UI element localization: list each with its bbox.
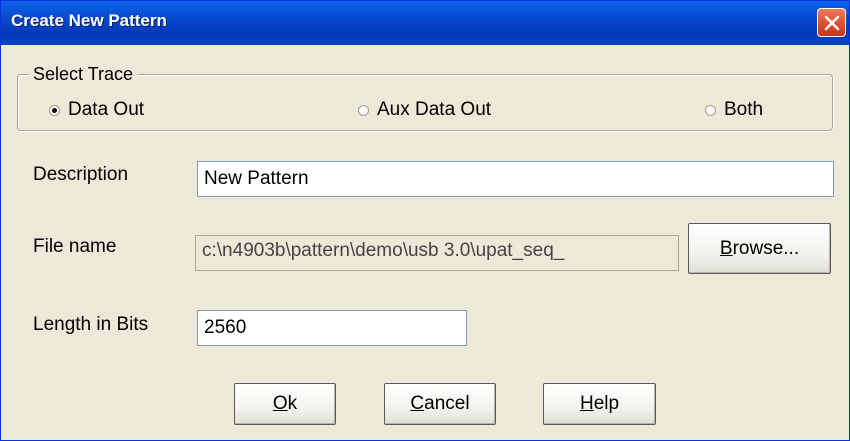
cancel-button[interactable]: Cancel [384,383,496,425]
file-name-field[interactable]: c:\n4903b\pattern\demo\usb 3.0\upat_seq_ [195,235,679,271]
window-title: Create New Pattern [11,11,167,30]
ok-button-mnemonic: O [272,393,288,414]
close-button[interactable] [817,8,846,37]
browse-button-label: rowse... [732,237,800,259]
radio-both-label: Both [724,99,764,120]
help-button-mnemonic: H [579,393,594,414]
radio-unselected-icon [705,104,716,116]
cancel-button-label: ancel [424,393,470,414]
title-bar[interactable]: Create New Pattern [1,1,849,45]
radio-data-out-label: Data Out [68,99,145,120]
file-name-label: File name [33,236,117,257]
ok-button[interactable]: Ok [234,383,336,425]
browse-button[interactable]: Browse... [688,223,831,274]
cancel-button-mnemonic: C [410,393,425,414]
radio-unselected-icon [358,104,369,116]
radio-both[interactable]: Both [705,98,763,122]
description-input[interactable] [197,161,834,197]
radio-selected-icon [49,104,60,116]
radio-data-out[interactable]: Data Out [49,98,144,122]
description-label: Description [33,164,129,185]
help-button-label: elp [593,393,620,414]
browse-button-mnemonic: B [719,237,733,259]
ok-button-label: k [287,393,298,414]
select-trace-legend: Select Trace [29,64,138,85]
length-label: Length in Bits [33,314,149,335]
length-input[interactable] [197,310,467,346]
close-icon [824,15,840,31]
create-new-pattern-dialog: Create New Pattern Select Trace Data Out… [0,0,850,441]
radio-aux-data-out[interactable]: Aux Data Out [358,98,491,122]
radio-aux-data-out-label: Aux Data Out [377,99,492,120]
help-button[interactable]: Help [543,383,656,425]
